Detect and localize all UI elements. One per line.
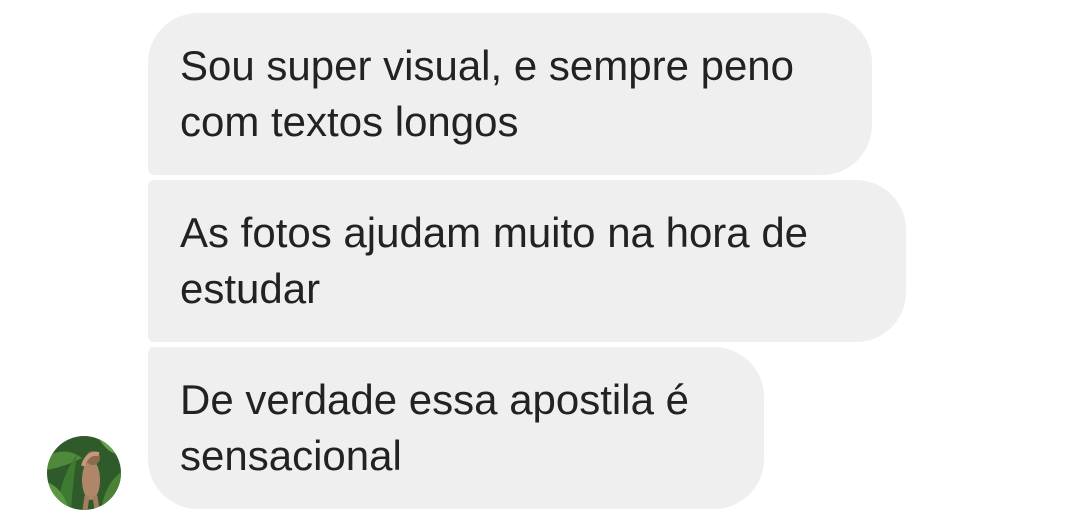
message-bubble[interactable]: De verdade essa apostila é sensacional: [148, 347, 764, 509]
message-bubble[interactable]: As fotos ajudam muito na hora de estudar: [148, 180, 906, 342]
message-bubble[interactable]: Sou super visual, e sempre peno com text…: [148, 13, 872, 175]
message-text: Sou super visual, e sempre peno com text…: [180, 42, 795, 145]
message-text: As fotos ajudam muito na hora de estudar: [180, 209, 809, 312]
profile-photo-avatar-icon: [47, 436, 121, 510]
sender-avatar[interactable]: [47, 436, 121, 510]
message-text: De verdade essa apostila é sensacional: [180, 376, 689, 479]
